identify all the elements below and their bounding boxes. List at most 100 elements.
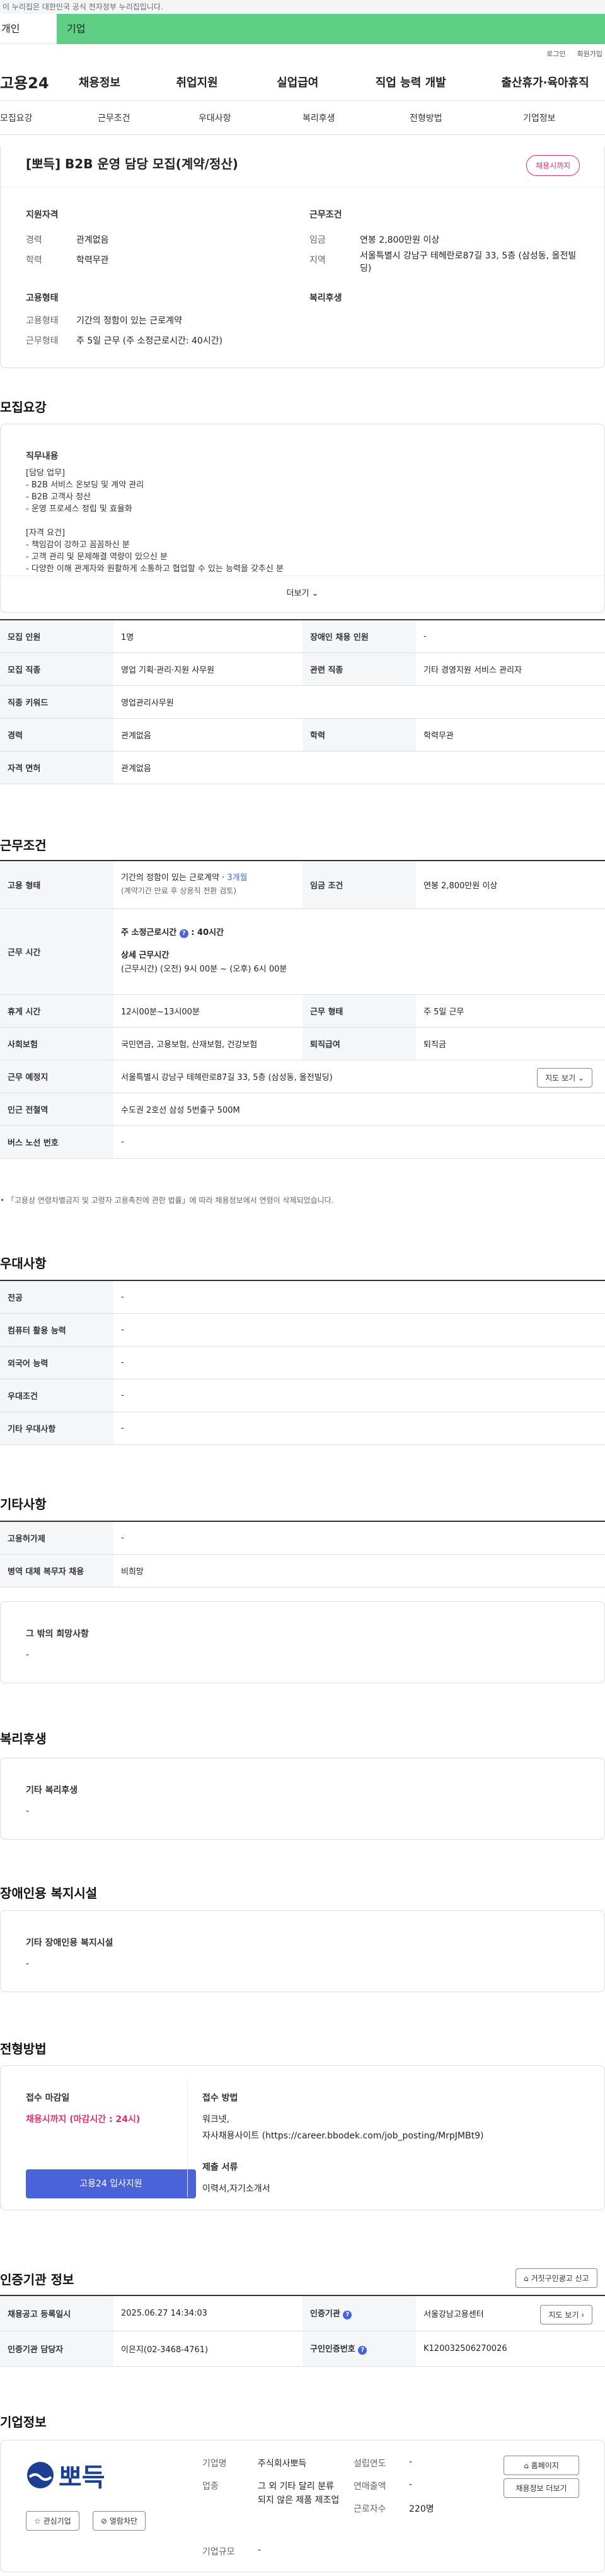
duty-line: - 운영 프로세스 정립 및 효율화 (26, 504, 132, 514)
disab-card: 기타 장애인용 복지시설 - (0, 1910, 605, 1992)
cell-key: 인증기관 ? (302, 2295, 416, 2331)
cell-key: 직종 키워드 (0, 685, 113, 719)
tab-individual[interactable]: 개인 (0, 14, 57, 44)
etc-title: 기타사항 (0, 1497, 47, 1512)
cell-value: 이은지(02-3468-4761) (113, 2331, 302, 2367)
edu-value: 학력무관 (76, 255, 109, 265)
cell-value: 국민연금, 고용보험, 산재보험, 건강보험 (113, 1027, 302, 1060)
cell-key: 기타 우대사항 (0, 1412, 113, 1445)
cell-value: 연봉 2,800만원 이상 (416, 861, 605, 909)
emp-value: 기간의 정함이 있는 근로계약 · 3개월 (계약기간 만료 후 상용직 전환 검… (113, 861, 302, 909)
nav-job-training[interactable]: 직업 능력 개발 (376, 74, 502, 90)
cell-key: 퇴직급여 (302, 1027, 416, 1060)
docs-label: 제출 서류 (202, 2162, 238, 2173)
size-value: - (258, 2545, 262, 2555)
site-logo[interactable]: 고용24 (0, 71, 79, 93)
docs-value: 이력서,자기소개서 (202, 2184, 270, 2194)
emp-key: 근로자수 (354, 2504, 386, 2514)
duty-line: - B2B 서비스 온보딩 및 계약 관리 (26, 480, 144, 490)
cond-label: 근무조건 (309, 210, 342, 220)
cell-key: 사회보험 (0, 1027, 113, 1060)
subnav-process[interactable]: 전형방법 (384, 112, 492, 124)
agency-map-button[interactable]: 지도 보기 › (540, 2305, 592, 2324)
subnav-company[interactable]: 기업정보 (492, 112, 605, 124)
company-logo: 뽀득 (26, 2457, 105, 2493)
work-title: 근무조건 (0, 838, 47, 853)
loc-value: 서울특별시 강남구 테헤란로87길 33, 5층 (삼성동, 올전빌딩) (360, 251, 577, 274)
subnav-work[interactable]: 근무조건 (82, 112, 180, 124)
cell-key: 병역 대체 복무자 채용 (0, 1554, 113, 1587)
subnav-pref[interactable]: 우대사항 (180, 112, 280, 124)
tab-enterprise[interactable]: 기업 (57, 14, 605, 44)
cell-value: 2025.06.27 14:34:03 (113, 2295, 302, 2331)
org-value: 서울강남고용센터 지도 보기 › (416, 2295, 605, 2331)
cell-value: 영업 기획·관리·지원 사무원 (113, 653, 302, 686)
info-icon[interactable]: ? (358, 2346, 367, 2355)
util-links: 로그인 회원가입 (0, 44, 605, 63)
type-key: 고용형태 (26, 316, 59, 326)
name-key: 기업명 (202, 2459, 227, 2469)
nav-jobs[interactable]: 채용정보 (79, 74, 176, 90)
cell-value: 관계없음 (113, 751, 605, 784)
cell-key: 장애인 채용 인원 (302, 620, 416, 653)
place-value: 서울특별시 강남구 테헤란로87길 33, 5층 (삼성동, 올전빌딩) 지도 보… (113, 1060, 605, 1093)
info-icon[interactable]: ? (179, 929, 188, 938)
size-key: 기업규모 (202, 2547, 235, 2557)
duty-line: [담당 업무] (26, 468, 66, 478)
cell-value: 기타 경영지원 서비스 관리자 (416, 653, 605, 686)
fav-company-button[interactable]: ☆ 관심기업 (26, 2511, 79, 2531)
subnav-recruit[interactable]: 모집요강 (0, 112, 82, 124)
age-note: • 「고용상 연령차별금지 및 고령자 고용촉진에 관한 법률」에 따라 채용정… (0, 1196, 334, 1205)
duty-line: - 다양한 이해 관계자와 원활하게 소통하고 협업할 수 있는 능력을 갖추신… (26, 564, 284, 574)
cell-key: 전공 (0, 1280, 113, 1314)
info-icon[interactable]: ? (343, 2311, 352, 2320)
cell-key: 고용 형태 (0, 861, 113, 909)
gov-banner: 이 누리집은 대한민국 공식 전자정부 누리집입니다. (0, 0, 605, 14)
cell-value: - (113, 1521, 605, 1555)
signup-link[interactable]: 회원가입 (577, 49, 602, 59)
more-jobs-button[interactable]: 채용정보 더보기 (504, 2478, 579, 2498)
cell-value: 주 5일 근무 (416, 994, 605, 1028)
ind-key: 업종 (202, 2481, 219, 2492)
agency-title: 인증기관 정보 (0, 2272, 74, 2287)
method-value-2[interactable]: 자사채용사이트 (https://career.bbodek.com/job_p… (202, 2129, 483, 2142)
map-button[interactable]: 지도 보기 ⌄ (537, 1067, 592, 1088)
nav-unemployment-benefit[interactable]: 실업급여 (277, 74, 376, 90)
wave-logo-icon (27, 2462, 54, 2488)
nav-parental-leave[interactable]: 출산휴가·육아휴직 (501, 74, 605, 90)
cell-value: - (113, 1313, 605, 1347)
disab-card-label: 기타 장애인용 복지시설 (26, 1938, 113, 1948)
homepage-button[interactable]: ⌂ 홈페이지 (504, 2456, 579, 2475)
user-type-tabs: 개인 기업 (0, 14, 605, 44)
wage-key: 임금 (309, 235, 326, 245)
block-button[interactable]: ⊘ 열람차단 (93, 2511, 146, 2531)
cell-value: - (113, 1125, 605, 1159)
cell-key: 버스 노선 번호 (0, 1125, 113, 1159)
edu-key: 학력 (26, 255, 42, 265)
cell-key: 관련 직종 (302, 653, 416, 686)
subnav-welfare[interactable]: 복리후생 (280, 112, 384, 124)
nav-employment-support[interactable]: 취업지원 (176, 74, 277, 90)
recruit-title: 모집요강 (0, 400, 47, 415)
deadline-label: 접수 마감일 (26, 2093, 70, 2103)
loc-key: 지역 (309, 255, 326, 265)
cell-key: 외국어 능력 (0, 1346, 113, 1379)
duty-content: [담당 업무] - B2B 서비스 온보딩 및 계약 관리 - B2B 고객사 정산… (26, 467, 284, 575)
form-key: 근무형태 (26, 336, 59, 346)
exp-key: 경력 (26, 235, 42, 245)
duty-line: - 책임감이 강하고 꼼꼼하신 분 (26, 540, 130, 550)
chevron-down-icon: ⌄ (311, 589, 319, 598)
year-key: 설립연도 (354, 2459, 386, 2469)
cell-value: 12시00분~13시00분 (113, 994, 302, 1028)
report-button[interactable]: ⌂ 거짓구인광고 신고 (516, 2268, 597, 2288)
welfare-card: 기타 복리후생 - (0, 1758, 605, 1840)
sales-value: - (409, 2480, 413, 2490)
pref-title: 우대사항 (0, 1256, 47, 1271)
apply-button[interactable]: 고용24 입사지원 (26, 2169, 196, 2198)
cell-key: 구인인증번호 ? (302, 2331, 416, 2367)
cell-key: 인증기관 담당자 (0, 2331, 113, 2367)
cell-key: 우대조건 (0, 1379, 113, 1412)
block-icon: ⊘ (101, 2517, 108, 2526)
more-button[interactable]: 더보기 ⌄ (1, 576, 604, 612)
login-link[interactable]: 로그인 (546, 49, 565, 59)
